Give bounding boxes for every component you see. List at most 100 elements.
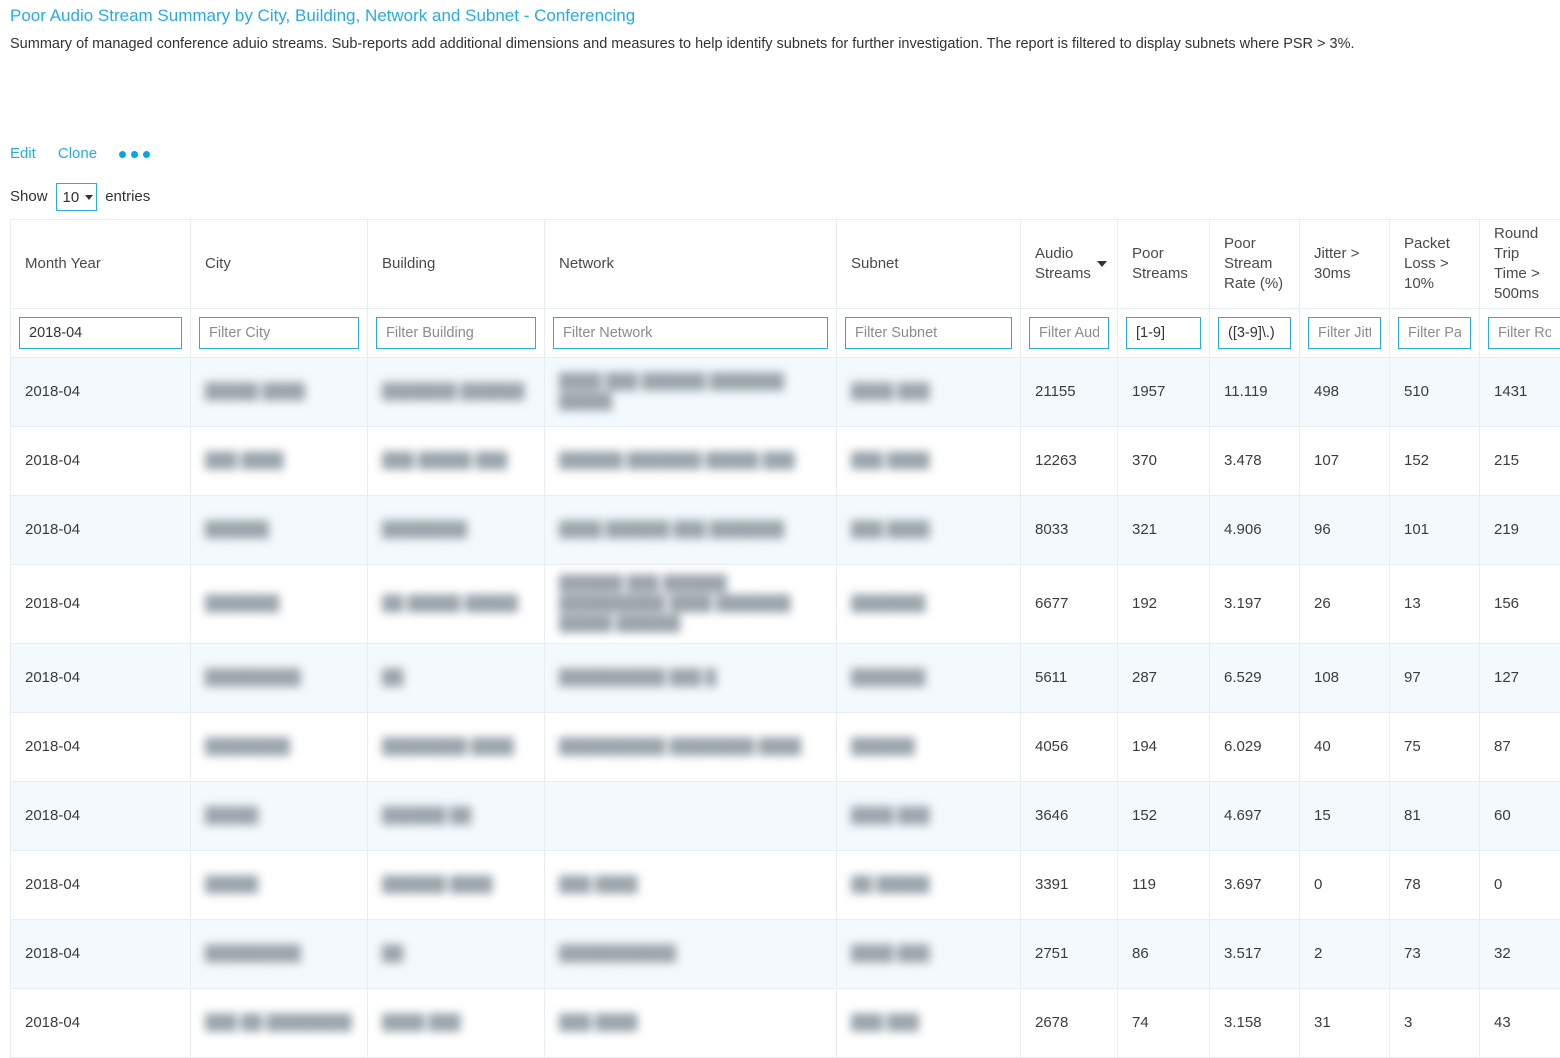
filter-input-poor-stream-rate[interactable] xyxy=(1218,317,1291,349)
cell-poor-stream-rate: 4.697 xyxy=(1210,782,1300,851)
filter-input-audio-streams[interactable] xyxy=(1029,317,1109,349)
filter-input-jitter[interactable] xyxy=(1308,317,1381,349)
cell-month-year: 2018-04 xyxy=(11,989,191,1058)
column-header-packet-loss[interactable]: Packet Loss > 10% xyxy=(1390,220,1480,309)
cell-poor-streams: 287 xyxy=(1118,644,1210,713)
redacted-value: ███ ████ xyxy=(851,520,930,540)
filter-input-network[interactable] xyxy=(553,317,828,349)
cell-poor-stream-rate: 3.517 xyxy=(1210,920,1300,989)
redacted-value: ███ ████ xyxy=(851,451,930,471)
cell-subnet: ████ ███ xyxy=(837,920,1021,989)
cell-jitter: 96 xyxy=(1300,496,1390,565)
table-row[interactable]: 2018-04████████████████ ██████████████ █… xyxy=(11,713,1560,782)
sort-descending-icon xyxy=(1097,261,1107,267)
cell-jitter: 26 xyxy=(1300,565,1390,644)
column-header-poor-streams[interactable]: Poor Streams xyxy=(1118,220,1210,309)
table-row[interactable]: 2018-04█████ ███████████ ██████████ ███ … xyxy=(11,358,1560,427)
filter-input-building[interactable] xyxy=(376,317,536,349)
table-row[interactable]: 2018-04███████████ ██████ ███36461524.69… xyxy=(11,782,1560,851)
cell-month-year: 2018-04 xyxy=(11,358,191,427)
filter-cell-jitter xyxy=(1300,309,1390,358)
redacted-value: ██ █████ █████ xyxy=(382,594,518,614)
cell-poor-stream-rate: 3.478 xyxy=(1210,427,1300,496)
entries-per-page-select[interactable]: 10 xyxy=(56,183,98,211)
cell-network: ████ ███ ██████ ███████ █████ xyxy=(545,358,837,427)
redacted-value: ████████ ████ xyxy=(382,737,514,757)
cell-building: ████ ███ xyxy=(368,989,545,1058)
cell-network: ██████████ ███ █ xyxy=(545,644,837,713)
cell-network: ██████ ███ ██████ ██████████ ████ ██████… xyxy=(545,565,837,644)
cell-subnet: ███████ xyxy=(837,565,1021,644)
cell-month-year: 2018-04 xyxy=(11,496,191,565)
redacted-value: █████ ████ xyxy=(205,382,305,402)
filter-input-month-year[interactable] xyxy=(19,317,182,349)
clone-link[interactable]: Clone xyxy=(58,143,97,165)
filter-input-subnet[interactable] xyxy=(845,317,1012,349)
column-header-label: Month Year xyxy=(25,254,101,274)
table-header-row: Month Year City Building Network Subnet xyxy=(11,220,1560,309)
cell-packet-loss: 75 xyxy=(1390,713,1480,782)
report-table-container: Month Year City Building Network Subnet xyxy=(10,219,1550,1058)
column-header-label: Packet Loss > 10% xyxy=(1404,234,1465,294)
cell-network: ██████ ███████ █████ ███ xyxy=(545,427,837,496)
table-row[interactable]: 2018-04██████████████████ ██████ ███ ███… xyxy=(11,496,1560,565)
cell-city: █████████ xyxy=(191,644,368,713)
cell-month-year: 2018-04 xyxy=(11,782,191,851)
column-header-jitter[interactable]: Jitter > 30ms xyxy=(1300,220,1390,309)
cell-poor-stream-rate: 3.158 xyxy=(1210,989,1300,1058)
cell-round-trip-time: 219 xyxy=(1480,496,1560,565)
cell-jitter: 0 xyxy=(1300,851,1390,920)
cell-poor-stream-rate: 3.197 xyxy=(1210,565,1300,644)
cell-jitter: 31 xyxy=(1300,989,1390,1058)
table-row[interactable]: 2018-04█████████████████████ ███ ███████… xyxy=(11,644,1560,713)
column-header-city[interactable]: City xyxy=(191,220,368,309)
cell-network: ███ ████ xyxy=(545,851,837,920)
filter-input-packet-loss[interactable] xyxy=(1398,317,1471,349)
cell-city: ███████ xyxy=(191,565,368,644)
redacted-value: ██ xyxy=(382,668,403,688)
redacted-value: ██████ ███ ██████ ██████████ ████ ██████… xyxy=(559,574,822,634)
redacted-value: ███ █████ ███ xyxy=(382,451,507,471)
report-table: Month Year City Building Network Subnet xyxy=(10,219,1560,1058)
edit-link[interactable]: Edit xyxy=(10,143,36,165)
redacted-value: ███████ xyxy=(851,668,925,688)
cell-poor-stream-rate: 6.529 xyxy=(1210,644,1300,713)
redacted-value: ███ ████ xyxy=(559,1013,638,1033)
cell-packet-loss: 3 xyxy=(1390,989,1480,1058)
column-header-poor-stream-rate[interactable]: Poor Stream Rate (%) xyxy=(1210,220,1300,309)
column-header-label: City xyxy=(205,254,231,274)
cell-audio-streams: 8033 xyxy=(1021,496,1118,565)
more-options-icon[interactable] xyxy=(119,149,150,160)
filter-input-city[interactable] xyxy=(199,317,359,349)
cell-poor-streams: 370 xyxy=(1118,427,1210,496)
cell-city: ███ ████ xyxy=(191,427,368,496)
table-row[interactable]: 2018-04█████████ █████ ███████████ ███ █… xyxy=(11,565,1560,644)
redacted-value: ████ ███ xyxy=(382,1013,461,1033)
cell-month-year: 2018-04 xyxy=(11,565,191,644)
filter-input-poor-streams[interactable] xyxy=(1126,317,1201,349)
column-header-label: Poor Streams xyxy=(1132,244,1195,284)
table-row[interactable]: 2018-04███ ███████ █████ █████████ █████… xyxy=(11,427,1560,496)
column-header-building[interactable]: Building xyxy=(368,220,545,309)
column-header-month-year[interactable]: Month Year xyxy=(11,220,191,309)
cell-building: ████████ xyxy=(368,496,545,565)
table-header: Month Year City Building Network Subnet xyxy=(11,220,1560,358)
table-row[interactable]: 2018-04███████████ ███████ ██████ █████3… xyxy=(11,851,1560,920)
report-title-link[interactable]: Poor Audio Stream Summary by City, Build… xyxy=(10,0,1550,28)
column-header-subnet[interactable]: Subnet xyxy=(837,220,1021,309)
cell-packet-loss: 152 xyxy=(1390,427,1480,496)
table-row[interactable]: 2018-04██████████████████████████ ███275… xyxy=(11,920,1560,989)
column-header-round-trip-time[interactable]: Round Trip Time > 500ms xyxy=(1480,220,1560,309)
table-row[interactable]: 2018-04███ ██ ████████████ ██████ ██████… xyxy=(11,989,1560,1058)
cell-city: █████ ████ xyxy=(191,358,368,427)
column-header-label: Poor Stream Rate (%) xyxy=(1224,234,1285,294)
cell-packet-loss: 73 xyxy=(1390,920,1480,989)
cell-subnet: ████ ███ xyxy=(837,782,1021,851)
cell-poor-streams: 194 xyxy=(1118,713,1210,782)
show-entries-prefix-label: Show xyxy=(10,184,48,210)
cell-poor-streams: 86 xyxy=(1118,920,1210,989)
redacted-value: ██ xyxy=(382,944,403,964)
column-header-audio-streams[interactable]: Audio Streams xyxy=(1021,220,1118,309)
filter-input-round-trip-time[interactable] xyxy=(1488,317,1560,349)
column-header-network[interactable]: Network xyxy=(545,220,837,309)
